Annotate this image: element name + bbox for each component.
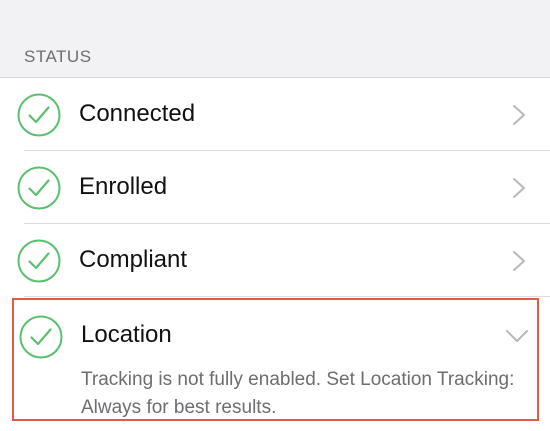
chevron-right-icon: [513, 251, 525, 271]
location-detail-text: Tracking is not fully enabled. Set Locat…: [81, 369, 515, 418]
status-row-connected[interactable]: Connected: [0, 78, 550, 151]
section-title: STATUS: [24, 47, 92, 66]
row-label-compliant: Compliant: [79, 246, 188, 273]
check-circle-icon: [17, 166, 61, 210]
chevron-down-icon[interactable]: [505, 329, 529, 343]
check-circle-icon: [19, 315, 63, 359]
status-row-location[interactable]: Location Tracking is not fully enabled. …: [12, 298, 539, 421]
status-list: Connected Enrolled Compliant Location Tr…: [0, 78, 550, 431]
chevron-right-icon: [513, 105, 525, 125]
row-divider: [24, 296, 550, 297]
check-circle-icon: [17, 239, 61, 283]
check-circle-icon: [17, 93, 61, 137]
row-label-connected: Connected: [79, 100, 196, 127]
status-row-enrolled[interactable]: Enrolled: [0, 151, 550, 224]
status-section-header: STATUS: [0, 0, 550, 78]
status-row-compliant[interactable]: Compliant: [0, 224, 550, 297]
row-label-location: Location: [81, 321, 172, 348]
row-label-enrolled: Enrolled: [79, 173, 168, 200]
chevron-right-icon: [513, 178, 525, 198]
